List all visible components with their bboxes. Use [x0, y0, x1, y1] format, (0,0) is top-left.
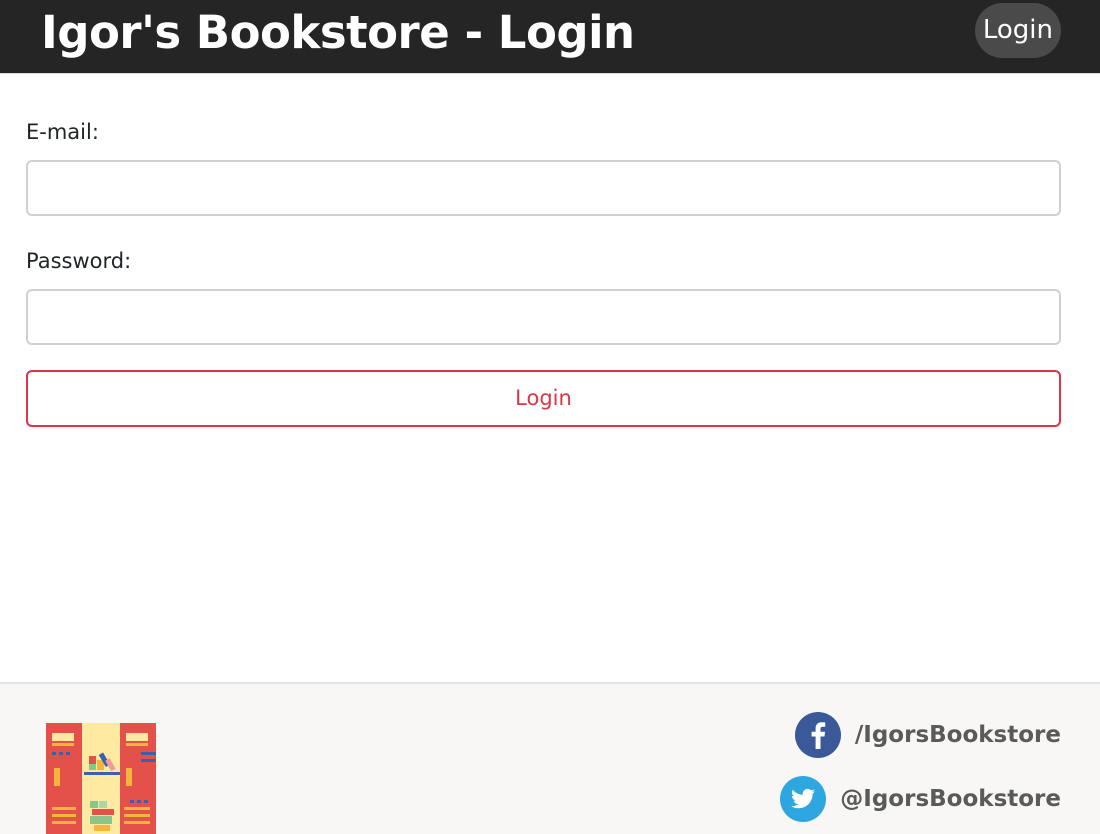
nav-login-button[interactable]: Login: [974, 3, 1061, 58]
twitter-handle[interactable]: @IgorsBookstore: [840, 786, 1061, 812]
email-label: E-mail:: [26, 120, 99, 144]
top-navbar: Igor's Bookstore - Login Login: [0, 0, 1100, 74]
footer: /IgorsBookstore @IgorsBookstore: [0, 682, 1100, 834]
page-title: Igor's Bookstore - Login: [41, 6, 635, 59]
facebook-link[interactable]: /IgorsBookstore: [794, 712, 1061, 758]
password-label: Password:: [26, 249, 132, 273]
bookshelf-logo-icon: [46, 723, 156, 834]
password-field[interactable]: [26, 289, 1061, 345]
facebook-icon: [794, 712, 841, 758]
facebook-handle[interactable]: /IgorsBookstore: [855, 722, 1061, 748]
login-submit-button[interactable]: Login: [26, 370, 1061, 427]
email-field[interactable]: [26, 160, 1061, 216]
twitter-icon: [780, 776, 827, 822]
twitter-link[interactable]: @IgorsBookstore: [780, 776, 1061, 822]
